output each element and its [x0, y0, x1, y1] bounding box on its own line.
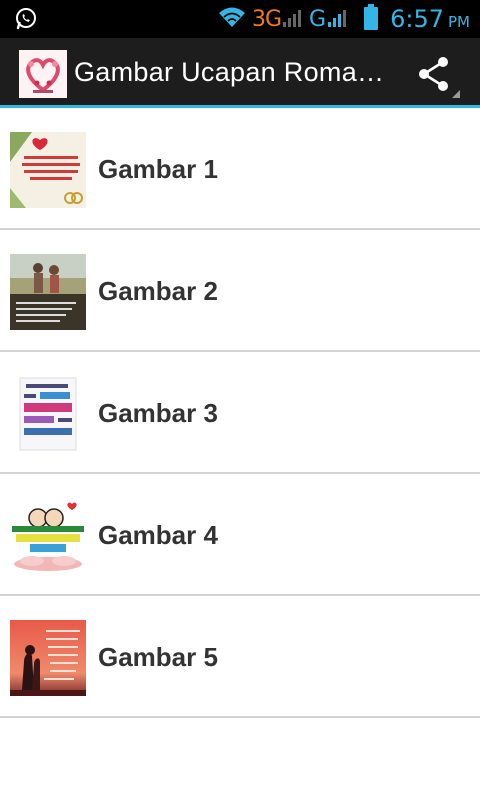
share-icon — [419, 57, 460, 98]
list-item[interactable]: Gambar 5 — [0, 596, 480, 718]
list-item[interactable]: Gambar 1 — [0, 108, 480, 230]
share-button[interactable] — [416, 54, 460, 98]
love-quote-thumbnail — [10, 132, 86, 208]
app-title: Gambar Ucapan Romantis — [74, 57, 394, 87]
action-bar: Gambar Ucapan Romantis — [0, 38, 480, 108]
battery-icon — [364, 3, 379, 35]
heart-wreath-icon[interactable] — [19, 50, 67, 98]
list-item[interactable]: Gambar 3 — [0, 352, 480, 474]
wifi-icon — [218, 6, 246, 33]
list-item-label: Gambar 5 — [98, 642, 218, 672]
signal-strength-icon-2 — [328, 7, 350, 32]
network-type-g: G — [309, 6, 327, 32]
signal-strength-icon — [283, 7, 305, 32]
couple-photo-thumbnail — [10, 254, 86, 330]
list-item-label: Gambar 2 — [98, 276, 218, 306]
list-item[interactable]: Gambar 2 — [0, 230, 480, 352]
sunset-silhouette-thumbnail — [10, 620, 86, 696]
image-list: Gambar 1 Gambar 2 Gambar 3 Gambar 4 Gamb… — [0, 108, 480, 718]
list-item[interactable]: Gambar 4 — [0, 474, 480, 596]
status-bar: 3G G 6:57 PM — [0, 0, 480, 38]
list-item-label: Gambar 4 — [98, 520, 218, 550]
whatsapp-icon — [14, 7, 38, 31]
cartoon-couple-thumbnail — [10, 498, 86, 574]
list-item-label: Gambar 1 — [98, 154, 218, 184]
typography-thumbnail — [10, 376, 86, 452]
list-item-label: Gambar 3 — [98, 398, 218, 428]
clock-ampm: PM — [448, 13, 470, 31]
clock-time: 6:57 — [390, 5, 444, 33]
network-type-3g: 3G — [251, 6, 282, 32]
